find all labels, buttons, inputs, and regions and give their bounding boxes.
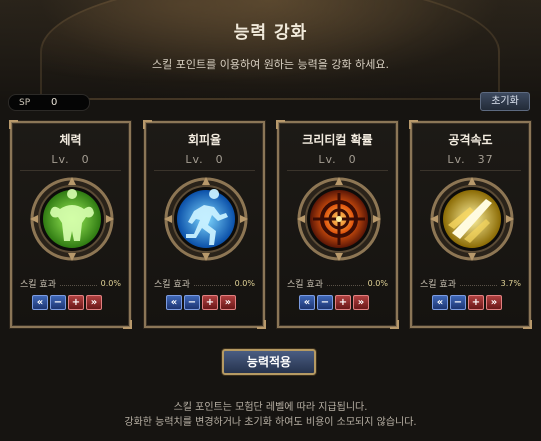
effect-label: 스킬 효과 <box>287 279 323 290</box>
level-prefix: Lv. <box>51 153 70 166</box>
skill-effect-row: 스킬 효과 0.0% <box>20 276 121 290</box>
double-right-icon[interactable]: » <box>220 295 236 310</box>
header-arch-decoration <box>40 0 500 100</box>
dotted-leader <box>193 280 231 286</box>
page-subtitle: 스킬 포인트를 이용하여 원하는 능력을 강화 하세요. <box>152 58 389 71</box>
effect-label: 스킬 효과 <box>20 279 56 290</box>
level-value: 0 <box>81 153 90 166</box>
skill-card-stamina: 체력 Lv. 0 스킬 효과 0.0% « − + » <box>9 120 132 329</box>
notice-line-2: 강화한 능력치를 변경하거나 초기화 하여도 비용이 소모되지 않습니다. <box>124 417 417 428</box>
plus-icon[interactable]: + <box>335 295 351 310</box>
notice-line-1: 스킬 포인트는 모험단 레벨에 따라 지급됩니다. <box>173 402 368 413</box>
crosshair-target-icon <box>297 177 381 261</box>
double-left-icon[interactable]: « <box>32 295 48 310</box>
skill-level: Lv. 0 <box>12 153 129 166</box>
level-stepper: « − + » <box>166 295 236 310</box>
skill-name: 공격속도 <box>448 133 493 147</box>
effect-value: 3.7% <box>500 278 521 288</box>
double-right-icon[interactable]: » <box>86 295 102 310</box>
level-stepper: « − + » <box>32 295 102 310</box>
minus-icon[interactable]: − <box>450 295 466 310</box>
speed-blade-icon <box>430 177 514 261</box>
skill-effect-row: 스킬 효과 0.0% <box>154 276 255 290</box>
divider <box>20 170 121 171</box>
minus-icon[interactable]: − <box>50 295 66 310</box>
plus-icon[interactable]: + <box>468 295 484 310</box>
level-stepper: « − + » <box>299 295 369 310</box>
skill-effect-row: 스킬 효과 0.0% <box>287 276 388 290</box>
level-prefix: Lv. <box>447 153 466 166</box>
sp-value: 0 <box>51 97 58 108</box>
page-title: 능력 강화 <box>233 23 308 43</box>
divider <box>287 170 388 171</box>
level-value: 0 <box>348 153 357 166</box>
reset-button[interactable]: 초기화 <box>480 92 530 111</box>
skill-name: 회피율 <box>187 133 222 147</box>
minus-icon[interactable]: − <box>184 295 200 310</box>
double-right-icon[interactable]: » <box>353 295 369 310</box>
dotted-leader <box>459 280 497 286</box>
skill-name: 크리티컬 확률 <box>302 133 373 147</box>
plus-icon[interactable]: + <box>202 295 218 310</box>
level-prefix: Lv. <box>318 153 337 166</box>
divider <box>420 170 521 171</box>
muscle-body-icon <box>30 177 114 261</box>
skill-card-critical: 크리티컬 확률 Lv. 0 스킬 효과 0.0% « − + » <box>276 120 399 329</box>
apply-button[interactable]: 능력적용 <box>222 349 316 375</box>
level-value: 0 <box>215 153 224 166</box>
sp-counter: SP 0 <box>8 94 90 111</box>
dotted-leader <box>326 280 364 286</box>
effect-value: 0.0% <box>100 278 121 288</box>
plus-icon[interactable]: + <box>68 295 84 310</box>
running-figure-icon <box>164 177 248 261</box>
skill-card-evasion: 회피율 Lv. 0 스킬 효과 0.0% « − + » <box>143 120 266 329</box>
effect-label: 스킬 효과 <box>420 279 456 290</box>
effect-value: 0.0% <box>367 278 388 288</box>
double-left-icon[interactable]: « <box>166 295 182 310</box>
double-left-icon[interactable]: « <box>299 295 315 310</box>
effect-value: 0.0% <box>234 278 255 288</box>
minus-icon[interactable]: − <box>317 295 333 310</box>
double-right-icon[interactable]: » <box>486 295 502 310</box>
double-left-icon[interactable]: « <box>432 295 448 310</box>
skill-effect-row: 스킬 효과 3.7% <box>420 276 521 290</box>
skill-card-attack-speed: 공격속도 Lv. 37 스킬 효과 3.7% « − + » <box>409 120 532 329</box>
level-value: 37 <box>477 153 494 166</box>
divider <box>154 170 255 171</box>
skill-level: Lv. 37 <box>412 153 529 166</box>
dotted-leader <box>59 280 97 286</box>
skill-level: Lv. 0 <box>146 153 263 166</box>
skill-level: Lv. 0 <box>279 153 396 166</box>
level-stepper: « − + » <box>432 295 502 310</box>
effect-label: 스킬 효과 <box>154 279 190 290</box>
level-prefix: Lv. <box>185 153 204 166</box>
skill-name: 체력 <box>59 133 82 147</box>
sp-label: SP <box>19 97 31 108</box>
